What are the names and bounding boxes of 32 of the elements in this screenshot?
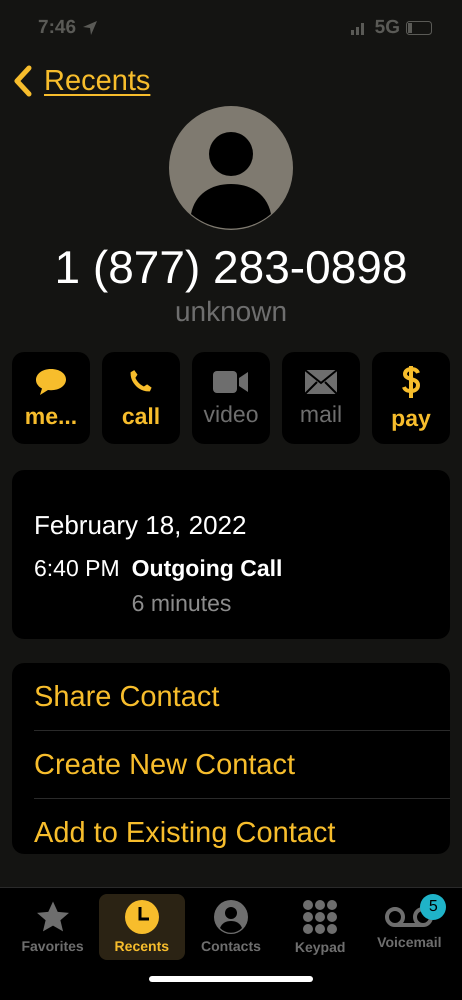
clock-icon [124, 900, 159, 934]
back-link[interactable]: Recents [14, 64, 150, 98]
person-icon [214, 900, 248, 934]
status-time: 7:46 [38, 17, 76, 39]
tab[interactable]: Keypad [277, 894, 364, 960]
call-duration: 6 minutes [132, 590, 232, 617]
phone-number: 1 (877) 283-0898 [54, 240, 408, 294]
message-button[interactable]: me... [12, 352, 90, 444]
dollar-icon [401, 364, 421, 398]
battery-icon [406, 21, 434, 35]
network-label: 5G [374, 17, 400, 39]
envelope-icon [304, 368, 338, 394]
chevron-left-icon [14, 65, 32, 97]
menu-item[interactable]: Add to Existing Contact [34, 799, 450, 854]
call-date: February 18, 2022 [34, 510, 248, 541]
pay-button[interactable]: pay [372, 352, 450, 444]
contact-label: unknown [174, 296, 288, 328]
tab[interactable]: Recents [98, 894, 185, 960]
menu-item[interactable]: Create New Contact [34, 731, 450, 799]
menu-item[interactable]: Share Contact [34, 663, 450, 731]
location-arrow-icon [82, 20, 98, 36]
call-type: Outgoing Call [132, 555, 284, 582]
star-icon [34, 900, 71, 934]
video-camera-icon [212, 368, 250, 394]
speech-bubble-icon [34, 366, 68, 396]
call-time: 6:40 PM [34, 555, 120, 582]
count-badge: 5 [420, 894, 446, 920]
call-button[interactable]: call [102, 352, 180, 444]
tab[interactable]: Contacts [188, 894, 274, 960]
tab[interactable]: Favorites [10, 894, 96, 960]
tab[interactable]: Voicemail 5 [366, 894, 452, 960]
keypad-icon [302, 899, 338, 935]
